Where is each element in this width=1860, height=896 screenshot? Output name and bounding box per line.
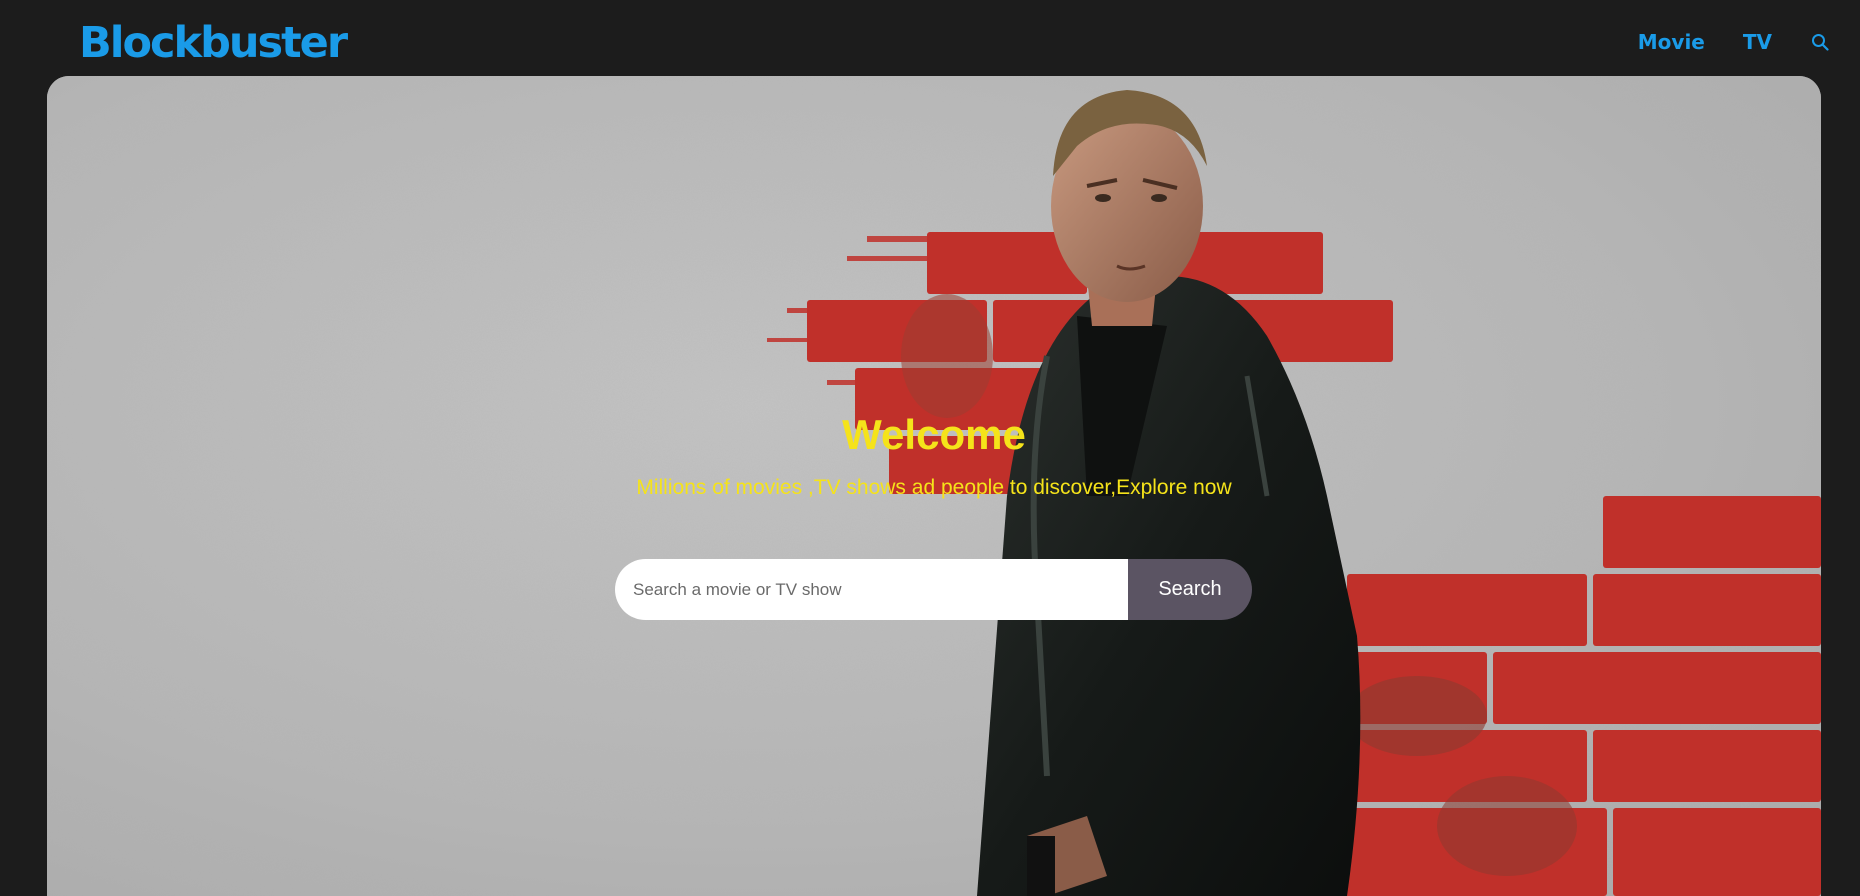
nav-movie-link[interactable]: Movie xyxy=(1638,24,1705,60)
main-nav: Movie TV xyxy=(1638,24,1832,60)
hero-title: Welcome xyxy=(842,411,1026,458)
hero-banner: Welcome Millions of movies ,TV shows ad … xyxy=(47,76,1821,896)
hero-subtitle: Millions of movies ,TV shows ad people t… xyxy=(636,476,1232,499)
nav-tv-link[interactable]: TV xyxy=(1743,24,1772,60)
search-icon[interactable] xyxy=(1808,30,1832,54)
search-input[interactable] xyxy=(615,559,1128,620)
search-bar: Search xyxy=(615,559,1252,620)
search-button[interactable]: Search xyxy=(1128,559,1252,620)
top-navbar: Blockbuster Movie TV xyxy=(0,0,1860,76)
site-logo[interactable]: Blockbuster xyxy=(79,16,348,70)
